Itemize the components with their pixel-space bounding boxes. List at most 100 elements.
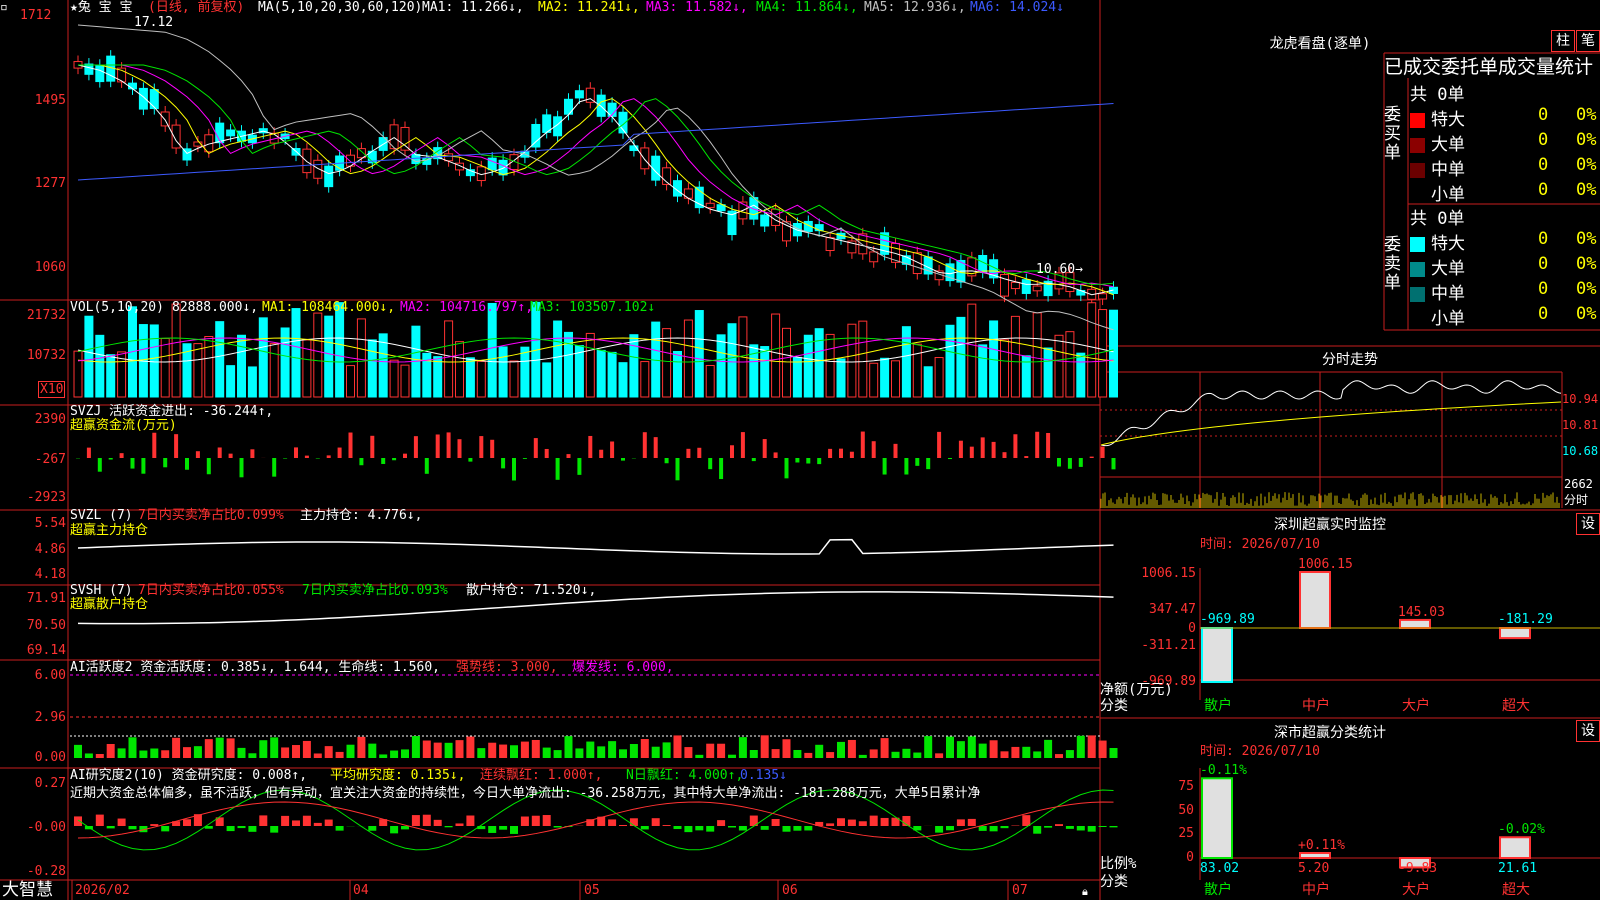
classify-settings-button[interactable]: 设 <box>1576 720 1600 742</box>
research-bar <box>684 826 693 833</box>
color-swatch <box>1410 236 1425 252</box>
activity-bar <box>902 748 911 758</box>
research-bar <box>259 815 268 826</box>
volume-bar <box>564 331 573 398</box>
research-bar <box>422 814 431 826</box>
intraday-vol-unit: 分时 <box>1564 493 1589 507</box>
color-swatch <box>1410 261 1425 277</box>
fund-flow-bar <box>806 458 811 464</box>
activity-bar <box>215 737 224 758</box>
period-label[interactable]: (日线, 前复权) <box>148 0 244 15</box>
volume-bar <box>149 324 159 398</box>
volume-bar <box>847 323 857 398</box>
research-bar <box>967 818 976 826</box>
svzl-hold: 主力持仓: 4.776↓, <box>300 508 423 523</box>
volume-bar <box>607 351 617 398</box>
longhu-tick-button[interactable]: 笔 <box>1576 30 1600 52</box>
research-bar <box>183 819 191 826</box>
ma2-value: MA2: 11.241↓, <box>538 0 640 15</box>
activity-bar <box>1033 751 1042 758</box>
date-label-3: 06 <box>782 883 798 898</box>
volume-bar <box>640 361 650 398</box>
price-top-label: 1712 <box>20 8 52 23</box>
longhu-bar-button[interactable]: 柱 <box>1551 30 1575 52</box>
research-bar <box>226 826 235 832</box>
activity-bar <box>826 752 835 758</box>
fund-flow-bar <box>337 447 342 458</box>
volume-bar <box>629 334 639 398</box>
activity-bar <box>684 747 693 758</box>
research-bar <box>771 818 780 826</box>
ai2-axis-bottom: -0.28 <box>26 864 66 879</box>
activity-bar <box>379 754 388 758</box>
category-label[interactable]: 大户 <box>1402 883 1430 898</box>
activity-bar <box>172 737 181 758</box>
category-label[interactable]: 散户 <box>1204 699 1232 714</box>
category-label[interactable]: 散户 <box>1204 883 1232 898</box>
candle <box>574 90 584 99</box>
research-bar <box>989 826 998 832</box>
fund-flow-bar <box>163 458 168 468</box>
svzj-line1: SVZJ 活跃资金进出: -36.244↑, <box>70 404 274 419</box>
longhu-header: 已成交委托单成交量统计 <box>1384 56 1594 78</box>
volume-bar <box>291 308 301 398</box>
square-icon[interactable]: ▫ <box>0 0 8 15</box>
fund-flow-bar <box>882 458 887 475</box>
fund-flow-bar <box>642 432 647 458</box>
monitor-settings-button[interactable]: 设 <box>1576 513 1600 535</box>
monitor-axis-0: 1006.15 <box>1141 566 1196 581</box>
activity-bar <box>128 737 137 758</box>
lock-icon[interactable]: 🔒︎ <box>1082 884 1088 899</box>
fund-flow-bar <box>501 458 506 469</box>
fund-flow-bar <box>544 448 549 458</box>
vol-unit-button[interactable]: X10 <box>38 381 66 398</box>
monitor-time: 时间: 2026/07/10 <box>1200 537 1320 552</box>
activity-bar <box>946 736 954 758</box>
fund-flow-bar <box>675 458 680 481</box>
volume-bar <box>204 336 214 398</box>
fund-flow-bar <box>1035 431 1040 458</box>
activity-bar <box>455 740 464 758</box>
category-label[interactable]: 超大 <box>1502 883 1530 898</box>
candle <box>1010 281 1020 290</box>
date-label-0: 2026/02 <box>75 883 130 898</box>
fund-flow-bar <box>250 449 255 458</box>
category-label[interactable]: 中户 <box>1302 699 1330 714</box>
fund-flow-bar <box>359 458 364 466</box>
category-label[interactable]: 超大 <box>1502 699 1530 714</box>
research-bar <box>847 819 856 826</box>
stock-name[interactable]: ★兔 宝 宝 <box>70 0 132 15</box>
research-bar <box>95 814 104 826</box>
activity-bar <box>1000 751 1009 758</box>
date-label-2: 05 <box>584 883 600 898</box>
color-swatch <box>1410 137 1425 153</box>
category-label[interactable]: 大户 <box>1402 699 1430 714</box>
volume-bar <box>934 357 944 398</box>
research-bar <box>717 820 726 826</box>
fund-flow-bar <box>1046 432 1051 458</box>
volume-bar <box>727 323 737 398</box>
research-bar <box>324 819 333 826</box>
ai2-comment: 近期大资金总体偏多，虽不活跃，但有异动，宜关注大资金的持续性，今日大单净流出: … <box>70 786 981 801</box>
category-label[interactable]: 中户 <box>1302 883 1330 898</box>
volume-bar <box>215 321 225 398</box>
research-bar <box>444 826 453 828</box>
activity-bar <box>248 753 257 758</box>
row-count: 0 <box>1538 180 1549 200</box>
candlestick-chart[interactable] <box>0 0 1600 900</box>
research-bar <box>869 815 878 826</box>
fund-flow-bar <box>185 458 189 470</box>
classify-bar <box>1201 777 1233 859</box>
activity-bar <box>422 740 431 758</box>
fund-flow-bar <box>522 458 527 459</box>
volume-bar <box>367 339 377 398</box>
fund-flow-bar <box>664 458 669 464</box>
order-row: 特大 <box>1410 229 1465 254</box>
activity-bar <box>520 741 529 758</box>
activity-bar <box>390 750 399 758</box>
classify-time: 时间: 2026/07/10 <box>1200 744 1320 759</box>
activity-bar <box>74 744 82 758</box>
activity-bar <box>237 747 246 758</box>
research-bar <box>281 815 290 826</box>
row-percent: 0% <box>1576 304 1597 324</box>
